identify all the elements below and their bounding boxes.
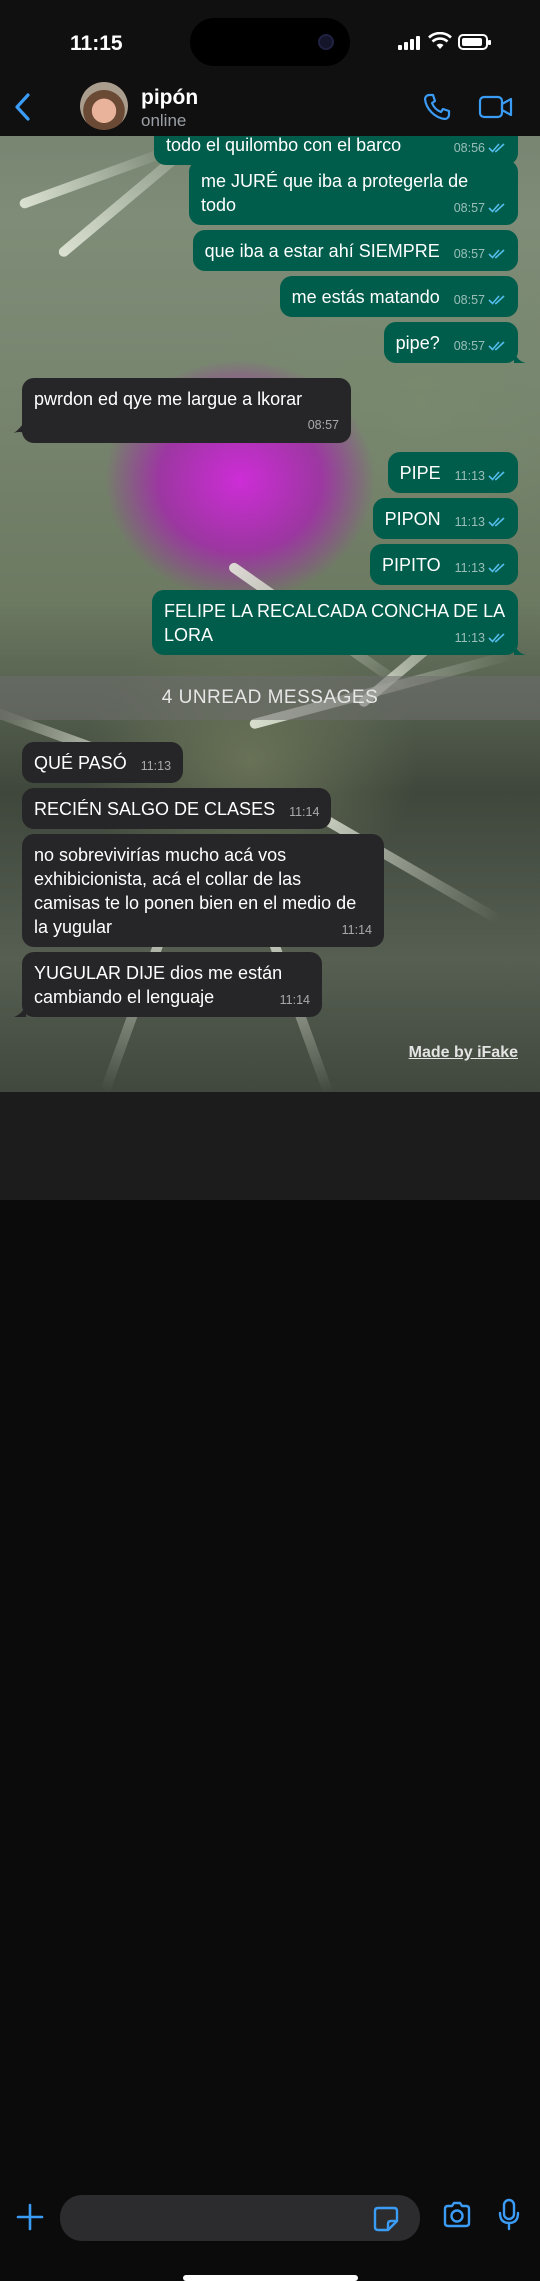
message-meta: 08:57 [454, 339, 506, 353]
message-meta: 11:13 [455, 561, 506, 575]
message-input[interactable] [60, 2195, 420, 2241]
bubble-tail [514, 641, 526, 655]
message-text: QUÉ PASÓ [34, 753, 127, 773]
message-time: 11:13 [454, 561, 485, 575]
message-time: 08:57 [307, 418, 339, 432]
status-time: 11:15 [70, 32, 123, 55]
message-meta: 08:56 [454, 141, 506, 155]
message-text: RECIÉN SALGO DE CLASES [34, 799, 276, 819]
message-time: 08:56 [453, 141, 485, 155]
contact-status: online [141, 111, 187, 130]
contact-name[interactable]: pipón [141, 86, 198, 110]
message-time: 11:13 [454, 631, 485, 645]
read-ticks-icon [488, 517, 505, 527]
message-text: que iba a estar ahí SIEMPRE [204, 241, 440, 261]
message-bubble[interactable]: no sobrevivirías mucho acá vos exhibicio… [22, 834, 384, 947]
read-ticks-icon [488, 143, 505, 153]
back-chevron-icon[interactable] [12, 92, 34, 122]
message-meta: 08:57 [34, 411, 339, 435]
message-text: PIPON [384, 509, 441, 529]
message-text: FELIPE LA RECALCADA CONCHA DE LA LORA [164, 601, 505, 645]
camera-icon[interactable] [442, 2201, 472, 2229]
message-time: 11:13 [454, 515, 485, 529]
message-text: me JURÉ que iba a protegerla de todo [201, 171, 469, 215]
read-ticks-icon [488, 295, 505, 305]
plus-icon[interactable] [16, 2203, 44, 2231]
message-meta: 11:14 [289, 805, 319, 819]
video-camera-icon[interactable] [478, 94, 514, 120]
message-bubble[interactable]: FELIPE LA RECALCADA CONCHA DE LA LORA 11… [152, 590, 526, 655]
message-bubble[interactable]: QUÉ PASÓ 11:13 [22, 742, 184, 783]
unread-messages-banner: 4 UNREAD MESSAGES [0, 676, 540, 720]
read-ticks-icon [488, 341, 505, 351]
message-time: 11:13 [454, 469, 485, 483]
message-meta: 08:57 [454, 293, 506, 307]
phone-icon[interactable] [422, 92, 452, 122]
read-ticks-icon [488, 203, 505, 213]
sticker-icon[interactable] [372, 2205, 400, 2233]
message-text: no sobrevivirías mucho acá vos exhibicio… [34, 845, 357, 937]
message-meta: 11:13 [455, 515, 506, 529]
message-bubble[interactable]: PIPON 11:13 [372, 498, 518, 539]
message-bubble[interactable]: me JURÉ que iba a protegerla de todo 08:… [189, 160, 518, 225]
message-text: PIPE [399, 463, 441, 483]
chat-header: 11:15 pipón online [0, 0, 540, 136]
message-meta: 11:14 [342, 923, 372, 937]
message-time: 11:13 [140, 759, 172, 773]
bubble-tail [14, 419, 26, 433]
message-bubble[interactable]: YUGULAR DIJE dios me están cambiando el … [14, 952, 322, 1017]
message-time: 08:57 [453, 339, 485, 353]
watermark: Made by iFake [408, 1044, 518, 1061]
message-time: 11:14 [279, 993, 310, 1007]
message-text: todo el quilombo con el barco [166, 136, 402, 155]
message-bubble[interactable]: RECIÉN SALGO DE CLASES 11:14 [22, 788, 332, 829]
bubble-tail [514, 349, 526, 363]
message-text: pwrdon ed qye me largue a lkorar [34, 389, 303, 409]
read-ticks-icon [488, 471, 505, 481]
camera-indicator-icon [318, 34, 334, 50]
message-bubble[interactable]: me estás matando 08:57 [279, 276, 518, 317]
message-meta: 11:13 [455, 469, 506, 483]
message-meta: 11:14 [280, 993, 310, 1007]
message-composer [0, 1092, 540, 2281]
message-time: 08:57 [453, 247, 485, 261]
message-meta: 08:57 [454, 247, 506, 261]
message-text: me estás matando [291, 287, 440, 307]
contact-avatar[interactable] [80, 82, 128, 130]
message-meta: 08:57 [454, 201, 506, 215]
message-text: YUGULAR DIJE dios me están cambiando el … [34, 963, 283, 1007]
message-bubble[interactable]: pwrdon ed qye me largue a lkorar 08:57 [14, 378, 351, 443]
bubble-tail [14, 1003, 26, 1017]
read-ticks-icon [488, 633, 505, 643]
read-ticks-icon [488, 249, 505, 259]
microphone-icon[interactable] [498, 2198, 520, 2232]
message-text: pipe? [395, 333, 440, 353]
message-bubble[interactable]: PIPITO 11:13 [369, 544, 518, 585]
read-ticks-icon [488, 563, 505, 573]
message-meta: 11:13 [455, 631, 506, 645]
wifi-icon [428, 32, 452, 49]
cellular-signal-icon [398, 36, 424, 50]
message-bubble[interactable]: PIPE 11:13 [387, 452, 518, 493]
message-meta: 11:13 [141, 759, 171, 773]
message-time: 11:14 [289, 805, 320, 819]
message-bubble[interactable]: pipe? 08:57 [383, 322, 526, 363]
message-bubble[interactable]: que iba a estar ahí SIEMPRE 08:57 [192, 230, 518, 271]
message-time: 11:14 [341, 923, 372, 937]
message-time: 08:57 [453, 201, 485, 215]
battery-icon [458, 34, 491, 50]
home-indicator [183, 2275, 358, 2281]
message-list[interactable]: todo el quilombo con el barco 08:56 me J… [0, 136, 540, 1092]
message-time: 08:57 [453, 293, 485, 307]
message-text: PIPITO [381, 555, 441, 575]
